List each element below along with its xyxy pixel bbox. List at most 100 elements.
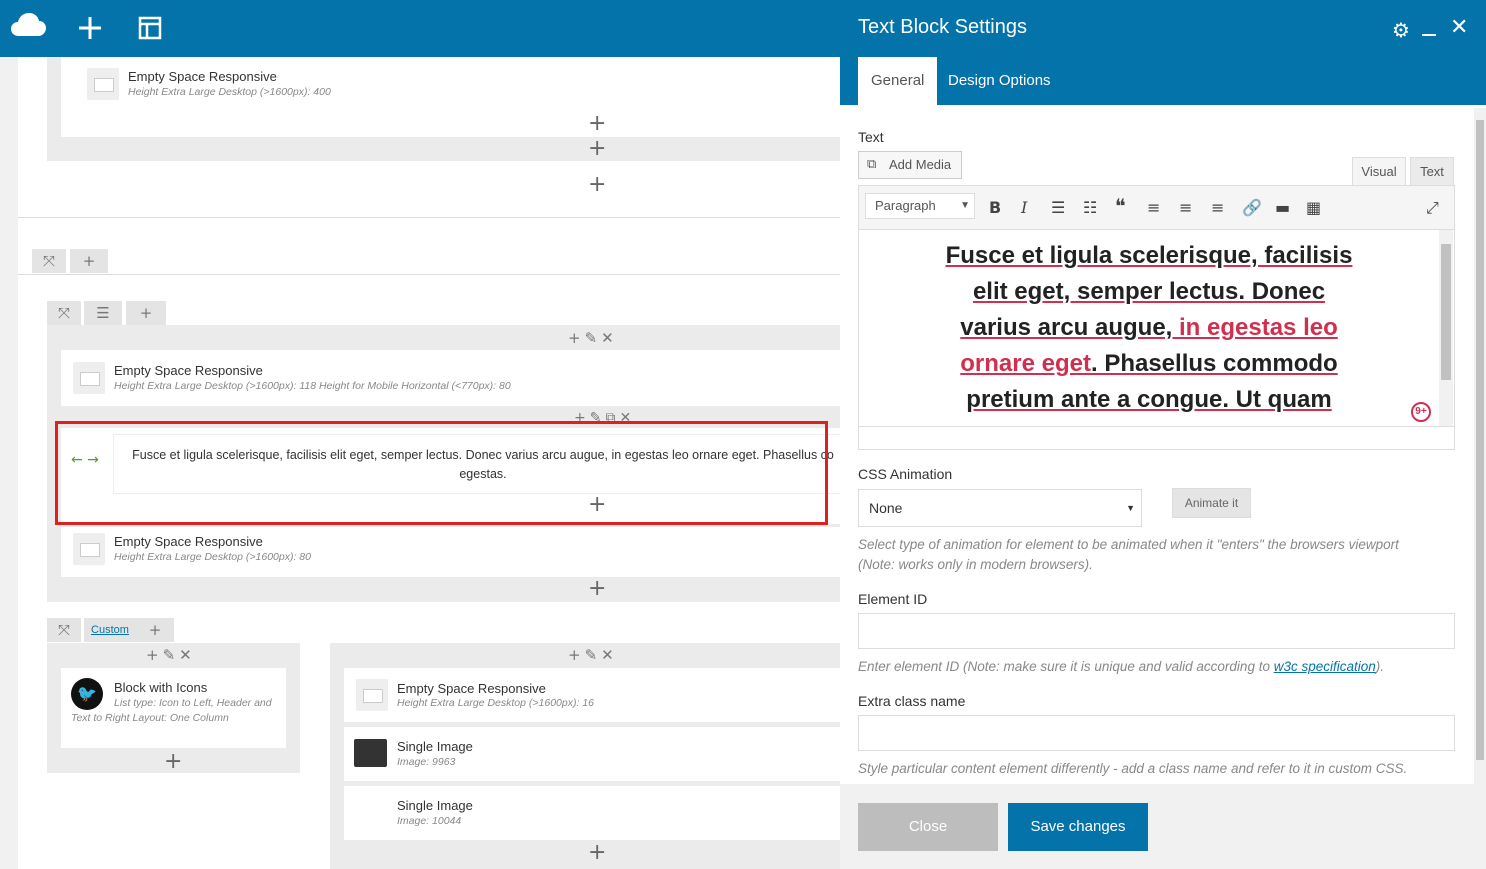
align-center-icon[interactable]: ≡ <box>1179 198 1192 217</box>
extra-class-input[interactable] <box>858 715 1455 751</box>
element-title: Empty Space Responsive <box>397 681 546 696</box>
element-subtitle: Height Extra Large Desktop (>1600px): 80 <box>114 551 311 563</box>
editor-toolbar: Paragraph ▼ B I ☰ ☷ ❝ ≡ ≡ ≡ 🔗 ▬ ▦ ⤢ <box>859 186 1454 230</box>
tab-design-options[interactable]: Design Options <box>935 57 1064 105</box>
element-title: Empty Space Responsive <box>128 69 277 84</box>
css-animation-select[interactable]: None ▼ <box>858 489 1142 527</box>
link-icon[interactable]: 🔗 <box>1242 198 1262 217</box>
bold-icon[interactable]: B <box>989 198 1001 217</box>
section-add-icon[interactable]: + <box>70 249 108 273</box>
tab-general[interactable]: General <box>858 57 938 105</box>
save-changes-button[interactable]: Save changes <box>1008 803 1148 851</box>
editor-tab-text[interactable]: Text <box>1410 157 1454 185</box>
blockquote-icon[interactable]: ❝ <box>1115 194 1126 218</box>
format-select[interactable]: Paragraph ▼ <box>865 193 975 219</box>
templates-icon[interactable] <box>136 14 166 44</box>
element-subtitle: Height Extra Large Desktop (>1600px): 16 <box>397 697 594 709</box>
add-element-plus[interactable]: + <box>588 842 606 864</box>
custom-tab-label: Custom <box>91 624 129 636</box>
element-title: Block with Icons <box>114 680 208 695</box>
element-title: Single Image <box>397 798 473 813</box>
column-controls[interactable]: +✎✕ <box>568 329 618 347</box>
element-empty-space[interactable]: Empty Space Responsive Height Extra Larg… <box>61 527 840 577</box>
panel-title: Text Block Settings <box>858 16 1027 38</box>
cloud-logo-icon[interactable] <box>10 10 48 40</box>
empty-space-icon <box>356 679 388 711</box>
editor-line: pretium ante a congue. Ut quam <box>966 386 1332 413</box>
css-animation-value: None <box>869 500 903 516</box>
add-element-icon[interactable] <box>76 14 106 44</box>
editor-content[interactable]: Fusce et ligula scelerisque, facilisis e… <box>859 230 1439 426</box>
format-select-value: Paragraph <box>875 198 936 213</box>
element-empty-space[interactable]: Empty Space Responsive Height Extra Larg… <box>344 668 840 722</box>
close-button[interactable]: Close <box>858 803 998 851</box>
section-toggle-icon[interactable]: ⤧ <box>32 249 66 273</box>
element-subtitle: Height Extra Large Desktop (>1600px): 40… <box>128 86 331 98</box>
builder-canvas: Empty Space Responsive Height Extra Larg… <box>18 57 840 869</box>
italic-icon[interactable]: I <box>1021 198 1027 217</box>
element-id-help-text: Enter element ID (Note: make sure it is … <box>858 659 1274 674</box>
editor-line: varius arcu augue, <box>960 314 1180 341</box>
element-block-with-icons[interactable]: 🐦 Block with Icons List type: Icon to Le… <box>61 668 286 748</box>
editor-line: elit eget, semper lectus. Donec <box>972 278 1326 305</box>
panel-scrollbar[interactable] <box>1474 108 1486 784</box>
read-more-icon[interactable]: ▬ <box>1275 198 1290 217</box>
animate-it-button[interactable]: Animate it <box>1172 488 1251 518</box>
scrollbar-thumb[interactable] <box>1476 120 1484 760</box>
add-media-label: Add Media <box>889 157 952 172</box>
fullscreen-icon[interactable]: ⤢ <box>1426 198 1439 218</box>
minimize-icon[interactable] <box>1422 34 1436 36</box>
align-left-icon[interactable]: ≡ <box>1147 198 1160 217</box>
editor-scrollbar-thumb[interactable] <box>1441 244 1451 380</box>
selection-highlight <box>55 421 828 525</box>
element-id-help: Enter element ID (Note: make sure it is … <box>858 657 1458 677</box>
row-add-icon[interactable]: + <box>136 618 174 642</box>
grammarly-badge[interactable]: 9+ <box>1411 402 1431 422</box>
w3c-link[interactable]: w3c specification <box>1274 659 1376 674</box>
element-id-label: Element ID <box>858 591 928 607</box>
editor-line: Fusce et ligula scelerisque, facilisis <box>945 242 1353 269</box>
column-controls[interactable]: +✎✕ <box>146 646 196 664</box>
editor-line: . Phasellus commodo <box>1090 350 1338 377</box>
row-toggle-icon[interactable]: ⤧ <box>47 301 81 325</box>
custom-tab[interactable]: Custom <box>84 618 136 642</box>
add-element-plus[interactable]: + <box>588 578 606 600</box>
element-title: Empty Space Responsive <box>114 363 263 378</box>
chevron-down-icon: ▼ <box>960 200 970 211</box>
css-animation-label: CSS Animation <box>858 466 953 482</box>
gear-icon[interactable]: ⚙ <box>1392 18 1410 42</box>
element-subtitle: Height Extra Large Desktop (>1600px): 11… <box>114 380 511 392</box>
add-column-plus[interactable]: + <box>588 138 606 160</box>
element-single-image[interactable]: Single Image Image: 10044 <box>344 786 840 840</box>
align-right-icon[interactable]: ≡ <box>1211 198 1224 217</box>
element-id-help-end: ). <box>1375 659 1385 674</box>
row-layout-icon[interactable]: ☰ <box>84 301 122 325</box>
bullet-list-icon[interactable]: ☰ <box>1051 198 1065 217</box>
editor-line-highlight: ornare eget <box>960 350 1091 377</box>
add-element-plus[interactable]: + <box>164 751 182 773</box>
css-animation-help: Select type of animation for element to … <box>858 537 1399 572</box>
editor-statusbar <box>859 426 1454 449</box>
editor-tab-visual[interactable]: Visual <box>1352 157 1406 185</box>
close-icon[interactable]: ✕ <box>1450 15 1468 40</box>
element-single-image[interactable]: Single Image Image: 9963 <box>344 727 840 781</box>
element-empty-space[interactable]: Empty Space Responsive Height Extra Larg… <box>61 350 840 406</box>
element-id-input[interactable] <box>858 613 1455 649</box>
add-element-plus[interactable]: + <box>588 113 606 135</box>
empty-space-icon <box>73 362 105 394</box>
element-title: Single Image <box>397 739 473 754</box>
builder-top-bar <box>0 0 840 57</box>
editor-scrollbar[interactable] <box>1439 230 1453 426</box>
add-row-plus[interactable]: + <box>588 174 606 196</box>
element-empty-space[interactable]: Empty Space Responsive Height Extra Larg… <box>61 57 840 137</box>
numbered-list-icon[interactable]: ☷ <box>1083 198 1097 217</box>
row-add-icon[interactable]: + <box>126 301 166 325</box>
toolbar-toggle-icon[interactable]: ▦ <box>1306 198 1321 217</box>
extra-class-label: Extra class name <box>858 693 966 709</box>
wysiwyg-editor: Paragraph ▼ B I ☰ ☷ ❝ ≡ ≡ ≡ 🔗 ▬ ▦ ⤢ Fusc… <box>858 185 1455 450</box>
add-media-button[interactable]: ⧉ Add Media <box>858 151 962 179</box>
add-media-icon: ⧉ <box>867 157 877 172</box>
element-subtitle: Image: 10044 <box>397 815 462 827</box>
row-toggle-icon[interactable]: ⤧ <box>47 618 81 642</box>
column-controls[interactable]: +✎✕ <box>568 646 618 664</box>
